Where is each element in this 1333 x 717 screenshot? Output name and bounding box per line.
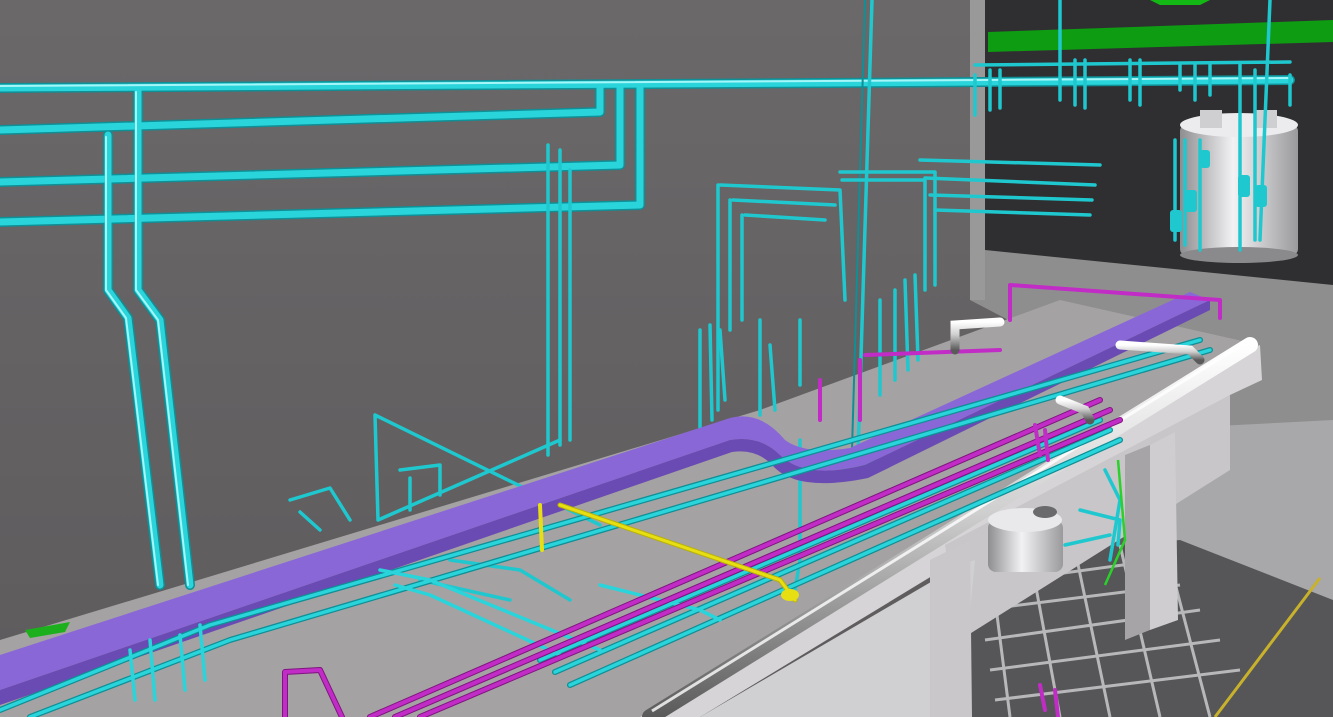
reactor-vessel-lower[interactable] xyxy=(988,506,1063,572)
plant-3d-viewport[interactable] xyxy=(0,0,1333,717)
wall-pillar-left xyxy=(970,0,985,300)
green-beam-top xyxy=(1150,0,1210,5)
piping-model-view[interactable] xyxy=(0,0,1333,717)
support-column-left xyxy=(930,540,972,717)
support-column-right xyxy=(1150,432,1178,630)
support-column-right-shade xyxy=(1125,445,1150,640)
